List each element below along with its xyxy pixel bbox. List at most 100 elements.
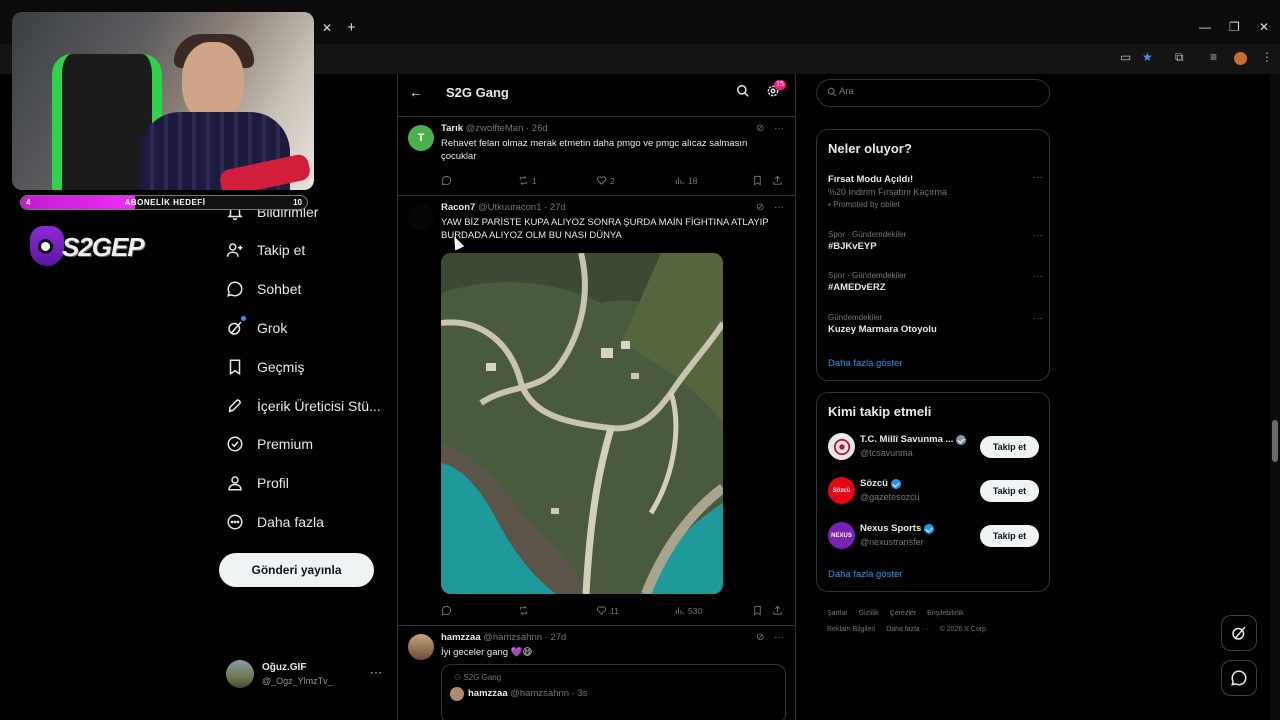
footer-link[interactable]: Erişilebilirlik [927,610,964,617]
account-switcher[interactable]: Oğuz.GIF @_Ogz_YlmzTv_ ··· [226,660,386,690]
views-button[interactable]: 18 [674,175,697,186]
nav-label-grok: Grok [257,320,288,336]
messages-floating-button[interactable] [1221,660,1257,696]
views-button[interactable]: 530 [674,605,702,616]
like-button[interactable]: 11 [596,605,619,616]
page-scrollbar[interactable] [1270,74,1280,720]
tweet-time: · 27d [544,632,567,643]
browser-menu-icon[interactable]: ⋮ [1261,50,1273,64]
tweet-more-icon[interactable]: ··· [774,123,784,134]
nav-follow[interactable]: Takip et [226,236,305,264]
bookmark-button[interactable] [752,605,763,616]
author-name: Racon7 [441,202,476,213]
nav-label-profile: Profil [257,475,289,491]
reply-button[interactable] [441,605,452,616]
chat-icon [1231,670,1247,686]
close-window-button[interactable]: ✕ [1259,20,1269,34]
promoted-text: Promoted by obilet [833,200,900,209]
nav-chat[interactable]: Sohbet [226,275,301,303]
follow-button[interactable]: Takip et [980,480,1039,502]
search-icon[interactable] [736,84,750,98]
follow-show-more-link[interactable]: Daha fazla göster [828,569,902,580]
bookmark-star-icon[interactable]: ★ [1142,50,1153,64]
nav-grok[interactable]: Grok [226,314,287,342]
footer-link[interactable]: Gizlilik [859,610,879,617]
back-arrow-icon[interactable]: ← [409,84,423,100]
map-image-drawing [441,253,723,594]
footer-link[interactable]: Çerezler [890,610,916,617]
follow-suggestion[interactable]: T.C. Millî Savunma ... @tcsavunma Takip … [828,433,1043,463]
scrollbar-thumb[interactable] [1272,420,1278,462]
nav-more[interactable]: Daha fazla [226,508,324,536]
post-button[interactable]: Gönderi yayınla [219,553,374,587]
media-control-icon[interactable]: ≡ [1210,50,1217,64]
reply-button[interactable] [441,175,452,186]
restore-button[interactable]: ❐ [1229,20,1240,34]
trend-item[interactable]: Fırsat Modu Açıldı! %20 İndirim Fırsatın… [828,172,1043,209]
trend-item[interactable]: Spor · Gündemdekiler #AMEDvERZ ··· [828,271,1043,293]
author-handle: @zwolfteMan [465,123,524,134]
account-more-icon[interactable]: ··· [370,665,382,679]
trend-more-icon[interactable]: ··· [1033,313,1043,324]
repost-button[interactable] [518,605,529,616]
trend-more-icon[interactable]: ··· [1033,230,1043,241]
install-app-icon[interactable]: ▭ [1120,50,1131,64]
tweet-author[interactable]: hamzzaa @hamzsahnn · 27d [441,632,566,643]
trend-more-icon[interactable]: ··· [1033,271,1043,282]
minimize-button[interactable]: — [1199,20,1211,34]
map-screenshot-image[interactable] [441,253,723,594]
bookmark-icon [229,359,241,376]
follow-button[interactable]: Takip et [980,436,1039,458]
tweet[interactable]: Racon7 @Utkuuracon1 · 27d ⊘ ··· YAW BİZ … [398,196,795,626]
tweet-author[interactable]: Racon7 @Utkuuracon1 · 27d [441,202,566,213]
trend-item[interactable]: Gündemdekiler Kuzey Marmara Otoyolu ··· [828,313,1043,335]
avatar[interactable]: T [408,125,434,151]
follow-suggestion[interactable]: Sözcü Sözcü @gazetesozcu Takip et [828,477,1043,507]
like-button[interactable]: 2 [596,175,615,186]
follow-button[interactable]: Takip et [980,525,1039,547]
nav-premium[interactable]: Premium [226,430,313,458]
tweet-more-icon[interactable]: ··· [774,632,784,643]
grok-floating-button[interactable] [1221,615,1257,651]
new-tab-button[interactable]: + [347,19,356,36]
avatar: NEXUS [828,522,855,549]
suggestion-handle: @nexustransfer [860,537,924,547]
who-to-follow-panel: Kimi takip etmeli T.C. Millî Savunma ...… [816,392,1050,592]
bookmark-button[interactable] [752,175,763,186]
verified-blue-icon [924,523,935,534]
search-field[interactable] [816,79,1050,107]
avatar [828,433,855,460]
share-button[interactable] [772,605,783,616]
trend-item[interactable]: Spor · Gündemdekiler #BJKvEYP ··· [828,230,1043,252]
avatar[interactable] [408,634,434,660]
trend-name: Fırsat Modu Açıldı! [828,174,914,185]
search-input[interactable] [839,86,1039,97]
avatar[interactable] [408,204,434,230]
share-button[interactable] [772,175,783,186]
nav-bookmarks[interactable]: Geçmiş [226,353,304,381]
tweet-more-icon[interactable]: ··· [774,202,784,213]
trends-show-more-link[interactable]: Daha fazla göster [828,358,902,369]
footer-link[interactable]: Daha fazla ··· [886,626,928,633]
quoted-tweet[interactable]: ⚇ S2G Gang hamzzaa @hamzsahnn · 3s [441,664,786,720]
tweet[interactable]: hamzzaa @hamzsahnn · 27d ⊘ ··· İyi gecel… [398,626,795,720]
tweet-author[interactable]: Tarık @zwolfteMan · 26d [441,123,548,134]
reply-icon [441,175,452,186]
follow-suggestion[interactable]: NEXUS Nexus Sports @nexustransfer Takip … [828,522,1043,552]
author-handle: @hamzsahnn [483,632,543,643]
tweet[interactable]: T Tarık @zwolfteMan · 26d ⊘ ··· Rehavet … [398,117,795,196]
browser-profile-avatar[interactable] [1234,52,1247,65]
footer-link[interactable]: Şartlar [827,610,848,617]
bookmark-icon [754,605,761,616]
nav-profile[interactable]: Profil [226,469,289,497]
trend-category: Spor · Gündemdekiler [828,271,907,280]
trend-more-icon[interactable]: ··· [1033,172,1043,183]
tab-close-icon[interactable]: ✕ [322,21,332,35]
grok-explain-icon[interactable]: ⊘ [756,202,764,213]
grok-explain-icon[interactable]: ⊘ [756,123,764,134]
nav-creator-studio[interactable]: İçerik Üreticisi Stü... [226,392,381,420]
footer-link[interactable]: Reklam Bilgileri [827,626,875,633]
grok-explain-icon[interactable]: ⊘ [756,632,764,643]
repost-button[interactable]: 1 [518,175,537,186]
extensions-icon[interactable]: ⧉ [1175,50,1184,65]
